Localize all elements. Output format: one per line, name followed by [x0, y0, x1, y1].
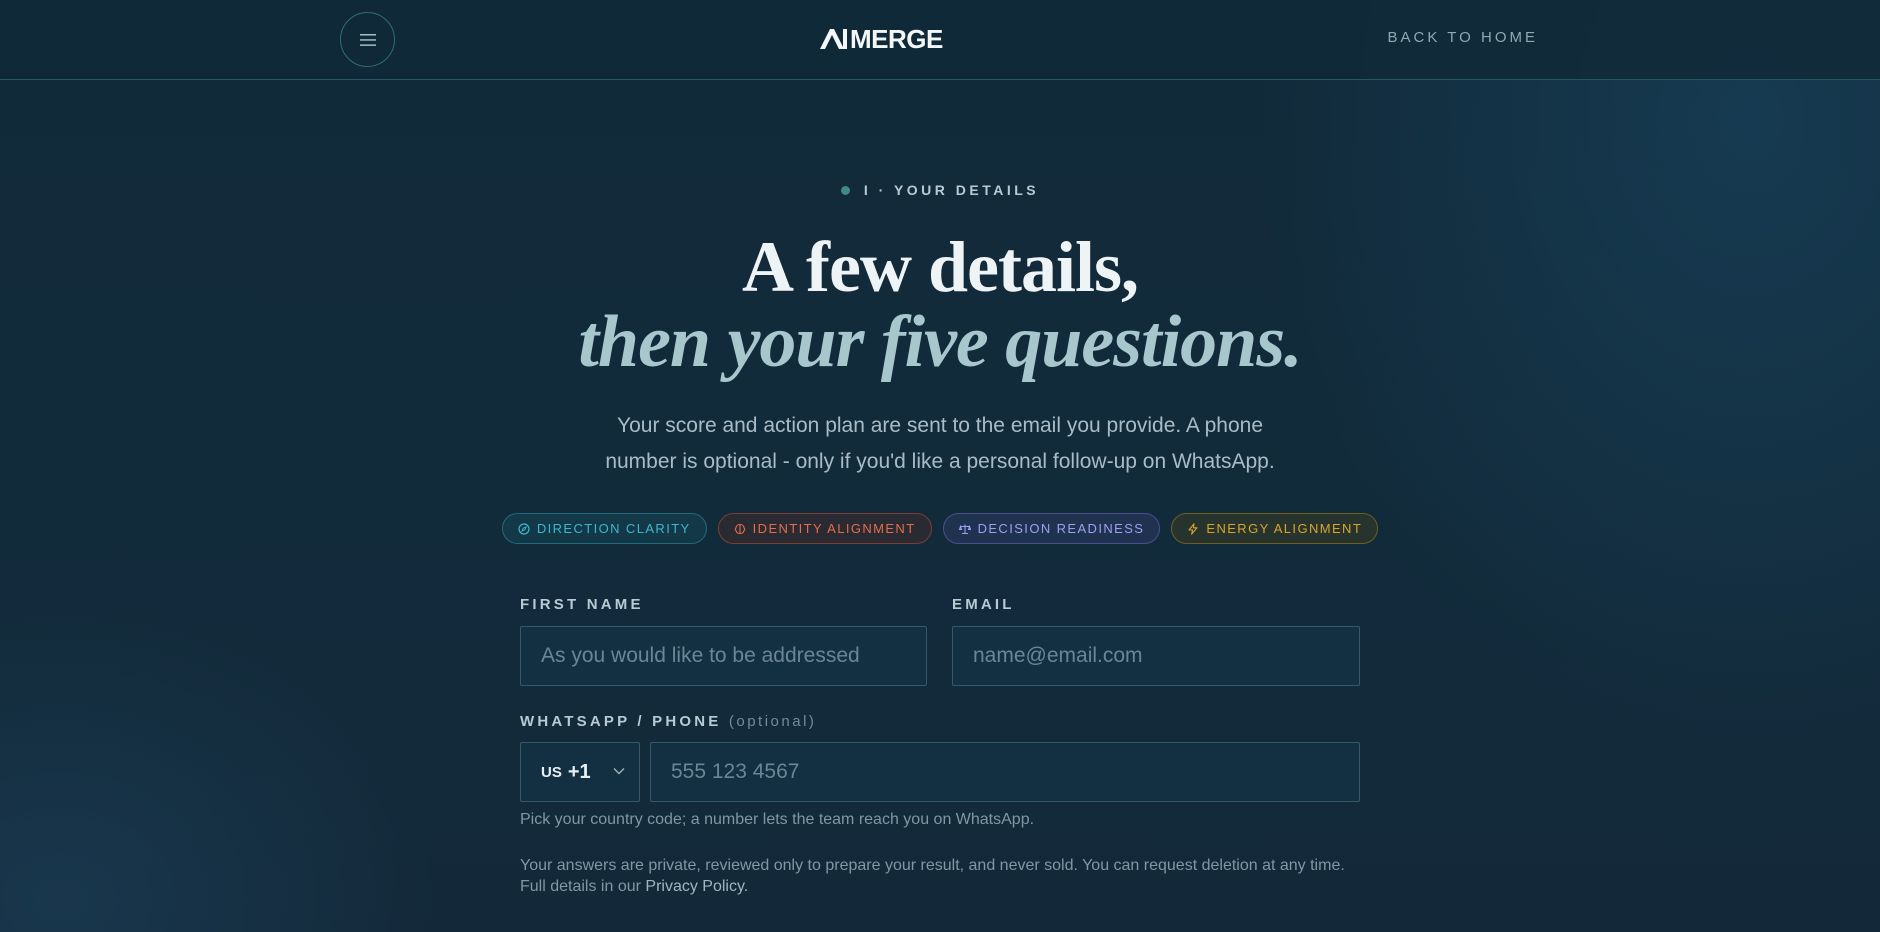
pill-label: IDENTITY ALIGNMENT [752, 521, 916, 536]
logo[interactable]: MERGE [820, 25, 943, 53]
dial-code: +1 [567, 760, 591, 783]
pill-energy-alignment: ENERGY ALIGNMENT [1171, 513, 1379, 544]
first-name-label: FIRST NAME [520, 596, 644, 613]
pill-decision-readiness: DECISION READINESS [942, 513, 1161, 544]
pill-label: DIRECTION CLARITY [536, 521, 691, 536]
top-header: MERGE BACK TO HOME [0, 0, 1880, 80]
phone-hint: Pick your country code; a number lets th… [520, 811, 1035, 828]
brain-icon [734, 523, 745, 534]
step-indicator: I · YOUR DETAILS [0, 182, 1880, 198]
step-dot-icon [840, 185, 850, 195]
scale-icon [958, 524, 971, 534]
back-to-home-link[interactable]: BACK TO HOME [1388, 29, 1538, 46]
phone-input[interactable] [650, 742, 1360, 802]
email-label: EMAIL [952, 596, 1015, 613]
pill-direction-clarity: DIRECTION CLARITY [501, 513, 707, 544]
page-title: A few details, then your five questions. [0, 227, 1880, 383]
dimension-pills: DIRECTION CLARITY IDENTITY ALIGNMENT DEC… [0, 513, 1880, 544]
privacy-policy-link[interactable]: Privacy Policy. [645, 878, 748, 895]
country-code: US [541, 763, 562, 781]
chevron-down-icon [613, 768, 625, 775]
country-code-select[interactable]: US +1 [520, 742, 640, 802]
privacy-notice: Your answers are private, reviewed only … [520, 855, 1360, 897]
pill-label: DECISION READINESS [977, 521, 1145, 536]
title-line-1: A few details, [742, 227, 1139, 307]
intro-text: Your score and action plan are sent to t… [605, 414, 1275, 473]
hamburger-icon [359, 33, 376, 46]
email-input[interactable] [952, 626, 1360, 686]
phone-label-text: WHATSAPP / PHONE [520, 713, 722, 730]
optional-tag: (optional) [728, 713, 817, 730]
step-label: I · YOUR DETAILS [863, 182, 1040, 198]
compass-icon [518, 522, 530, 535]
phone-label: WHATSAPP / PHONE (optional) [520, 713, 816, 730]
bolt-icon [1188, 522, 1198, 535]
logo-mark-icon [820, 29, 847, 49]
first-name-input[interactable] [520, 626, 927, 686]
title-line-2: then your five questions. [578, 301, 1302, 383]
privacy-text: Your answers are private, reviewed only … [520, 857, 1345, 895]
menu-button[interactable] [340, 12, 395, 67]
pill-label: ENERGY ALIGNMENT [1206, 521, 1363, 536]
pill-identity-alignment: IDENTITY ALIGNMENT [717, 513, 932, 544]
logo-text: MERGE [850, 24, 943, 54]
